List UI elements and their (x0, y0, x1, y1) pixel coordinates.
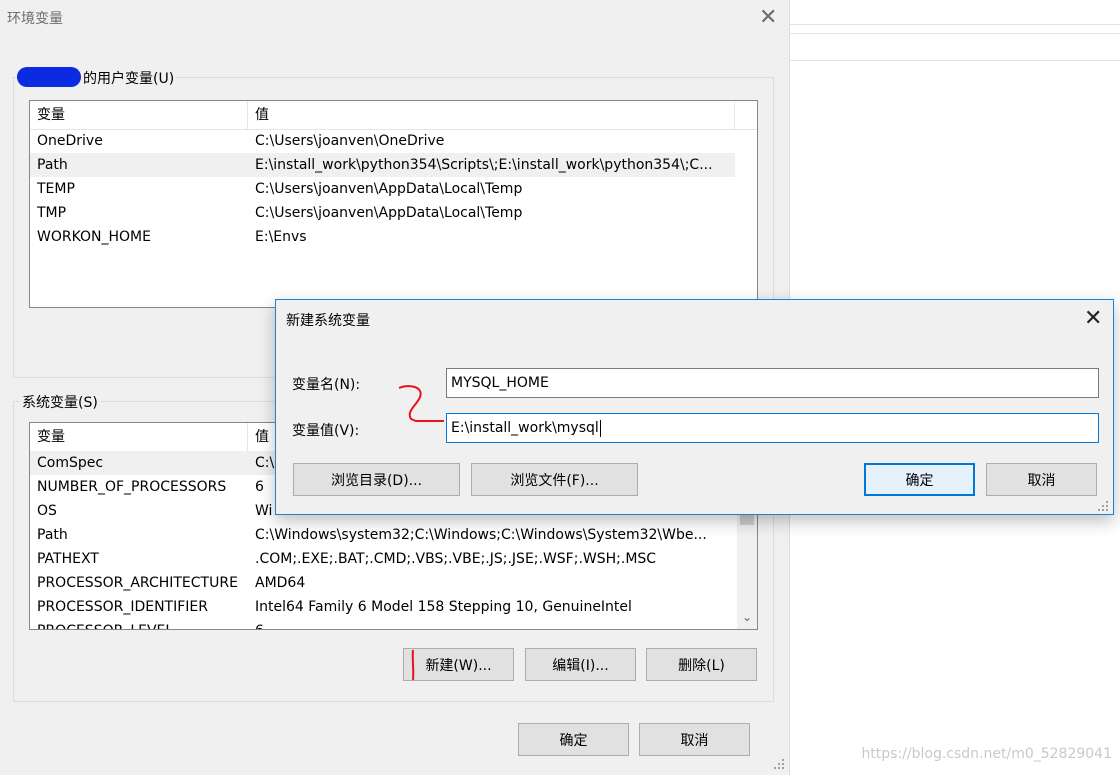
redacted-username (17, 67, 81, 87)
variable-value: C:\Windows\system32;C:\Windows;C:\Window… (255, 527, 707, 543)
ok-button[interactable]: 确定 (518, 723, 629, 756)
annotation-mark (398, 385, 444, 422)
variable-name: Path (37, 527, 68, 543)
variable-name: PROCESSOR_IDENTIFIER (37, 599, 208, 615)
variable-value-label: 变量值(V): (292, 423, 360, 439)
variable-name: OneDrive (37, 133, 103, 149)
close-icon[interactable]: ✕ (759, 7, 777, 29)
variable-name-label: 变量名(N): (292, 377, 361, 393)
table-row[interactable]: Path E:\install_work\python354\Scripts\;… (30, 153, 735, 177)
variable-name: ComSpec (37, 455, 104, 471)
variable-value: C:\Users\joanven\AppData\Local\Temp (255, 181, 523, 197)
list-header: 变量 值 (30, 101, 757, 130)
annotation-mark (411, 649, 415, 681)
user-variables-label: 的用户变量(U) (81, 68, 177, 88)
table-row[interactable]: WORKON_HOME E:\Envs (30, 225, 757, 249)
variable-value-input[interactable]: E:\install_work\mysql (446, 413, 1099, 443)
table-row[interactable]: TEMP C:\Users\joanven\AppData\Local\Temp (30, 177, 757, 201)
cancel-button[interactable]: 取消 (639, 723, 750, 756)
close-icon[interactable]: ✕ (1084, 308, 1102, 330)
browse-directory-button[interactable]: 浏览目录(D)... (293, 463, 460, 496)
background-divider (790, 33, 1120, 34)
table-row[interactable]: PROCESSOR_LEVEL 6 (30, 619, 757, 629)
column-header-variable[interactable]: 变量 (30, 423, 247, 451)
delete-button[interactable]: 删除(L) (646, 648, 757, 681)
variable-name: PATHEXT (37, 551, 99, 567)
variable-name: NUMBER_OF_PROCESSORS (37, 479, 227, 495)
variable-value: AMD64 (255, 575, 306, 591)
background-divider (790, 60, 1120, 61)
dialog-title: 新建系统变量 (286, 313, 370, 329)
resize-grip-icon[interactable] (1098, 500, 1110, 512)
variable-value: Intel64 Family 6 Model 158 Stepping 10, … (255, 599, 632, 615)
watermark: https://blog.csdn.net/m0_52829041 (861, 746, 1112, 762)
window-title: 环境变量 (7, 11, 63, 27)
variable-value: C:\Users\joanven\AppData\Local\Temp (255, 205, 523, 221)
resize-grip-icon[interactable] (772, 757, 786, 771)
scrollbar-thumb[interactable] (740, 515, 754, 525)
text-caret (599, 419, 601, 437)
column-header-variable[interactable]: 变量 (30, 101, 247, 129)
dialog-ok-button[interactable]: 确定 (864, 463, 975, 496)
variable-value-text: E:\install_work\mysql (451, 420, 599, 436)
table-row[interactable]: TMP C:\Users\joanven\AppData\Local\Temp (30, 201, 757, 225)
table-row[interactable]: PATHEXT .COM;.EXE;.BAT;.CMD;.VBS;.VBE;.J… (30, 547, 757, 571)
user-variables-list[interactable]: 变量 值 OneDrive C:\Users\joanven\OneDrive … (29, 100, 758, 308)
variable-value: .COM;.EXE;.BAT;.CMD;.VBS;.VBE;.JS;.JSE;.… (255, 551, 657, 567)
variable-name: TEMP (37, 181, 75, 197)
edit-button[interactable]: 编辑(I)... (525, 648, 636, 681)
variable-name-input[interactable]: MYSQL_HOME (446, 368, 1099, 398)
table-row[interactable]: PROCESSOR_ARCHITECTURE AMD64 (30, 571, 757, 595)
chevron-down-icon[interactable]: ⌄ (740, 609, 754, 625)
variable-value: E:\install_work\python354\Scripts\;E:\in… (255, 157, 713, 173)
table-row[interactable]: PROCESSOR_IDENTIFIER Intel64 Family 6 Mo… (30, 595, 757, 619)
column-header-value[interactable]: 值 (248, 101, 735, 129)
variable-name: OS (37, 503, 57, 519)
variable-value: E:\Envs (255, 229, 307, 245)
dialog-cancel-button[interactable]: 取消 (986, 463, 1097, 496)
variable-name: PROCESSOR_LEVEL (30, 619, 253, 629)
system-variables-label: 系统变量(S) (20, 392, 100, 412)
variable-name: TMP (37, 205, 67, 221)
browse-file-button[interactable]: 浏览文件(F)... (471, 463, 638, 496)
variable-name: WORKON_HOME (37, 229, 151, 245)
variable-name: PROCESSOR_ARCHITECTURE (37, 575, 238, 591)
variable-name: Path (37, 157, 68, 173)
variable-value: 6 (248, 619, 741, 629)
new-button[interactable]: 新建(W)... (403, 648, 514, 681)
table-row[interactable]: Path C:\Windows\system32;C:\Windows;C:\W… (30, 523, 757, 547)
background-divider (790, 24, 1120, 25)
table-row[interactable]: OneDrive C:\Users\joanven\OneDrive (30, 129, 757, 153)
variable-value: C:\Users\joanven\OneDrive (255, 133, 445, 149)
